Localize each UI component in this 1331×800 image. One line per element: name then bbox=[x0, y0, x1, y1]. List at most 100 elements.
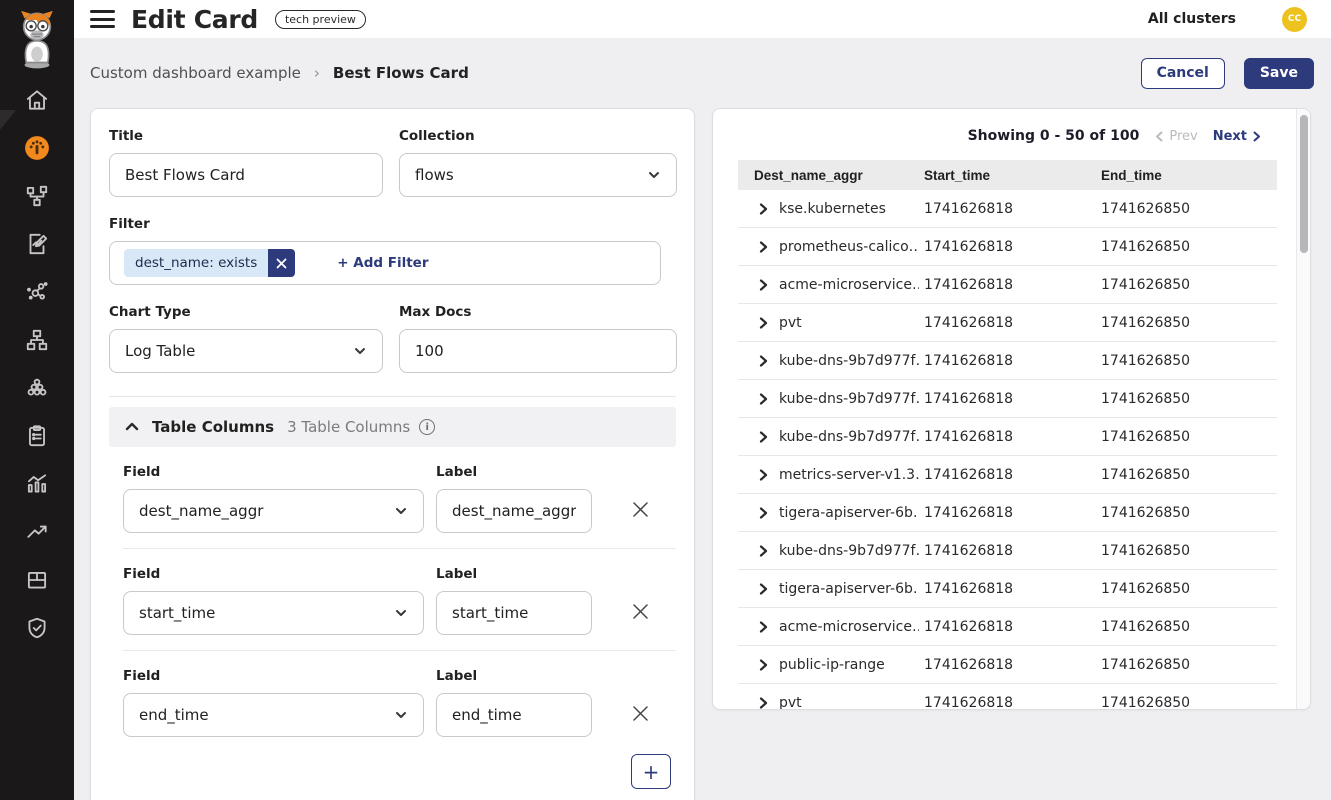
cluster-selector[interactable]: All clusters bbox=[1148, 11, 1236, 27]
expand-row-chevron-icon[interactable] bbox=[757, 507, 769, 519]
sidebar-nav bbox=[22, 86, 52, 641]
field-select[interactable]: start_time bbox=[123, 591, 424, 635]
filter-chip-text: dest_name: exists bbox=[124, 249, 268, 277]
next-page-button[interactable]: Next bbox=[1213, 129, 1262, 144]
sidebar-item-security[interactable] bbox=[22, 614, 52, 641]
expand-row-chevron-icon[interactable] bbox=[757, 659, 769, 671]
cell-end-time: 1741626850 bbox=[1096, 391, 1277, 407]
expand-row-chevron-icon[interactable] bbox=[757, 317, 769, 329]
info-icon[interactable]: i bbox=[419, 419, 435, 435]
table-row[interactable]: metrics-server-v1.3… 1741626818 17416268… bbox=[738, 456, 1277, 494]
expand-row-chevron-icon[interactable] bbox=[757, 469, 769, 481]
label-input[interactable] bbox=[436, 489, 592, 533]
collection-select-value: flows bbox=[415, 166, 454, 184]
remove-column-button[interactable] bbox=[629, 500, 651, 522]
table-row[interactable]: pvt 1741626818 1741626850 bbox=[738, 304, 1277, 342]
max-docs-input[interactable] bbox=[399, 329, 677, 373]
cell-end-time: 1741626850 bbox=[1096, 201, 1277, 217]
table-row[interactable]: kube-dns-9b7d977f… 1741626818 1741626850 bbox=[738, 380, 1277, 418]
tech-preview-badge: tech preview bbox=[275, 10, 366, 29]
breadcrumb-parent-link[interactable]: Custom dashboard example bbox=[90, 64, 301, 82]
close-icon bbox=[631, 704, 650, 723]
sidebar-item-home[interactable] bbox=[22, 86, 52, 113]
expand-row-chevron-icon[interactable] bbox=[757, 583, 769, 595]
cancel-button[interactable]: Cancel bbox=[1141, 58, 1225, 89]
add-column-button[interactable]: + bbox=[631, 754, 671, 789]
sidebar-item-network-graph[interactable] bbox=[22, 278, 52, 305]
chart-type-label: Chart Type bbox=[109, 304, 383, 320]
sidebar-item-dashboard[interactable] bbox=[22, 134, 52, 161]
sidebar-item-infrastructure[interactable] bbox=[22, 326, 52, 353]
table-columns-count: 3 Table Columns bbox=[287, 418, 410, 436]
table-row[interactable]: acme-microservice… 1741626818 1741626850 bbox=[738, 608, 1277, 646]
table-row[interactable]: tigera-apiserver-6b… 1741626818 17416268… bbox=[738, 494, 1277, 532]
table-columns-section-header[interactable]: Table Columns 3 Table Columns i bbox=[109, 407, 676, 447]
expand-row-chevron-icon[interactable] bbox=[757, 545, 769, 557]
expand-row-chevron-icon[interactable] bbox=[757, 431, 769, 443]
table-row[interactable]: acme-microservice… 1741626818 1741626850 bbox=[738, 266, 1277, 304]
table-row[interactable]: kse.kubernetes 1741626818 1741626850 bbox=[738, 190, 1277, 228]
expand-row-chevron-icon[interactable] bbox=[757, 355, 769, 367]
sidebar-item-packages[interactable] bbox=[22, 566, 52, 593]
table-row[interactable]: tigera-apiserver-6b… 1741626818 17416268… bbox=[738, 570, 1277, 608]
cell-start-time: 1741626818 bbox=[919, 429, 1096, 445]
label-input[interactable] bbox=[436, 591, 592, 635]
cell-end-time: 1741626850 bbox=[1096, 429, 1277, 445]
chart-type-select[interactable]: Log Table bbox=[109, 329, 383, 373]
sidebar-item-trends[interactable] bbox=[22, 518, 52, 545]
add-filter-link[interactable]: + Add Filter bbox=[337, 255, 428, 271]
remove-column-button[interactable] bbox=[629, 602, 651, 624]
cell-dest-name: acme-microservice… bbox=[779, 277, 919, 293]
field-select[interactable]: dest_name_aggr bbox=[123, 489, 424, 533]
title-label: Title bbox=[109, 128, 383, 144]
expand-row-chevron-icon[interactable] bbox=[757, 279, 769, 291]
expand-row-chevron-icon[interactable] bbox=[757, 621, 769, 633]
field-select[interactable]: end_time bbox=[123, 693, 424, 737]
cell-dest-name: tigera-apiserver-6b… bbox=[779, 505, 919, 521]
sidebar-item-clusters[interactable] bbox=[22, 374, 52, 401]
expand-row-chevron-icon[interactable] bbox=[757, 241, 769, 253]
prev-page-button[interactable]: Prev bbox=[1154, 129, 1197, 144]
cell-dest-name: kube-dns-9b7d977f… bbox=[779, 391, 919, 407]
pagination: Showing 0 - 50 of 100 Prev Next bbox=[968, 128, 1262, 144]
sidebar-item-service-graph[interactable] bbox=[22, 182, 52, 209]
table-column-row: Field start_time Label bbox=[123, 566, 676, 635]
filter-box[interactable]: dest_name: exists + Add Filter bbox=[109, 241, 661, 285]
preview-table: Dest_name_aggr Start_time End_time kse.k… bbox=[738, 160, 1277, 710]
table-row[interactable]: pvt 1741626818 1741626850 bbox=[738, 684, 1277, 710]
cell-start-time: 1741626818 bbox=[919, 239, 1096, 255]
cell-start-time: 1741626818 bbox=[919, 543, 1096, 559]
field-select-value: end_time bbox=[139, 706, 209, 724]
cell-dest-name: public-ip-range bbox=[779, 657, 885, 673]
sidebar-notch bbox=[0, 110, 16, 130]
expand-row-chevron-icon[interactable] bbox=[757, 203, 769, 215]
table-row[interactable]: kube-dns-9b7d977f… 1741626818 1741626850 bbox=[738, 532, 1277, 570]
collection-select[interactable]: flows bbox=[399, 153, 677, 197]
table-row[interactable]: kube-dns-9b7d977f… 1741626818 1741626850 bbox=[738, 342, 1277, 380]
table-row[interactable]: public-ip-range 1741626818 1741626850 bbox=[738, 646, 1277, 684]
title-input[interactable] bbox=[109, 153, 383, 197]
cell-start-time: 1741626818 bbox=[919, 277, 1096, 293]
save-button[interactable]: Save bbox=[1244, 58, 1314, 89]
column-header: Dest_name_aggr bbox=[738, 168, 919, 183]
table-column-row: Field end_time Label bbox=[123, 668, 676, 737]
table-row[interactable]: kube-dns-9b7d977f… 1741626818 1741626850 bbox=[738, 418, 1277, 456]
sidebar-item-statistics[interactable] bbox=[22, 470, 52, 497]
cell-start-time: 1741626818 bbox=[919, 467, 1096, 483]
trend-arrow-icon bbox=[24, 519, 50, 545]
expand-row-chevron-icon[interactable] bbox=[757, 697, 769, 709]
sidebar-item-reports[interactable] bbox=[22, 230, 52, 257]
hamburger-menu-icon[interactable] bbox=[90, 10, 115, 28]
label-input[interactable] bbox=[436, 693, 592, 737]
preview-table-body: kse.kubernetes 1741626818 1741626850 pro… bbox=[738, 190, 1277, 710]
scrollbar-thumb[interactable] bbox=[1300, 115, 1308, 253]
table-row[interactable]: prometheus-calico… 1741626818 1741626850 bbox=[738, 228, 1277, 266]
remove-filter-button[interactable] bbox=[268, 249, 295, 277]
avatar[interactable]: CC bbox=[1282, 7, 1307, 32]
cell-end-time: 1741626850 bbox=[1096, 353, 1277, 369]
remove-column-button[interactable] bbox=[629, 704, 651, 726]
sidebar-item-compliance[interactable] bbox=[22, 422, 52, 449]
expand-row-chevron-icon[interactable] bbox=[757, 393, 769, 405]
edit-card-page: Edit Card tech preview All clusters CC C… bbox=[0, 0, 1331, 800]
collapse-chevron-icon[interactable] bbox=[124, 419, 140, 435]
